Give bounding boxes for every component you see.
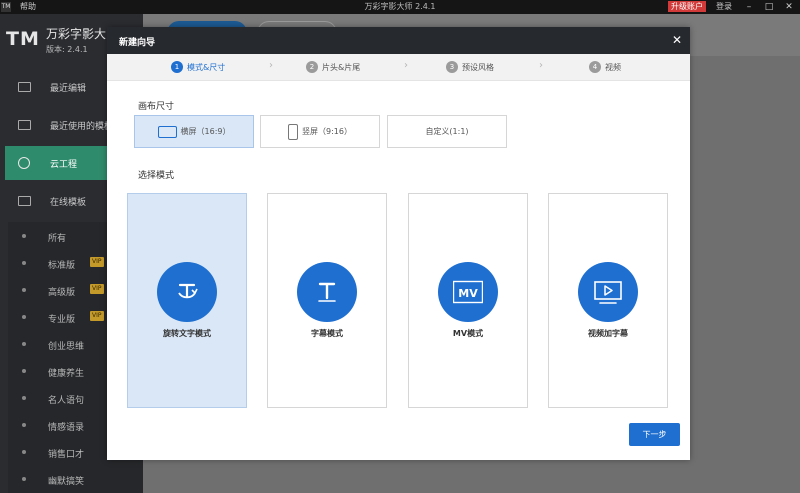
nav-label: 在线模板 [50,198,87,208]
bullet-icon [22,477,26,481]
video-play-icon [594,281,622,304]
mode-icon-circle [297,262,357,322]
step-label: 预设风格 [462,62,494,72]
portrait-screen-icon [288,123,299,140]
vip-badge: VIP [90,311,104,321]
step-label: 视频 [605,62,621,72]
step-number: 2 [306,61,318,73]
canvas-size-heading: 画布尺寸 [138,102,175,112]
category-label: 所有 [48,234,67,244]
step-video[interactable]: 4 视频 [589,61,621,75]
tm-logo: TM [6,28,40,50]
size-label: 横屏（16:9） [180,127,231,136]
category-label: 幽默搞笑 [48,477,85,487]
dialog-title: 新建向导 [119,38,156,48]
monitor-icon [18,196,31,206]
new-project-wizard-dialog: 新建向导 ✕ 1 模式&尺寸 › 2 片头&片尾 › 3 预设风格 › 4 视频 画布尺… [107,27,690,460]
mode-mv-card[interactable]: MV MV模式 [408,193,528,408]
cloud-icon [18,157,30,169]
dialog-header: 新建向导 ✕ [107,27,690,54]
app-version: 版本: 2.4.1 [46,45,88,54]
login-button[interactable]: 登录 [716,1,732,12]
wizard-steps: 1 模式&尺寸 › 2 片头&片尾 › 3 预设风格 › 4 视频 [107,54,690,81]
mode-heading: 选择模式 [138,171,175,181]
clock-icon [18,82,31,92]
step-mode-size[interactable]: 1 模式&尺寸 [171,61,225,75]
step-label: 模式&尺寸 [187,62,226,72]
category-label: 专业版 [48,315,76,325]
bullet-icon [22,369,26,373]
mode-icon-circle: MV [438,262,498,322]
size-label: 自定义(1:1) [425,127,469,136]
vip-badge: VIP [90,284,104,294]
chevron-right-icon: › [269,60,273,71]
bullet-icon [22,342,26,346]
bullet-icon [22,288,26,292]
template-icon [18,120,31,130]
text-t-icon [318,282,336,302]
category-label: 创业思维 [48,342,85,352]
mv-icon: MV [453,280,483,304]
mode-label: 视频加字幕 [588,329,628,338]
svg-text:MV: MV [458,287,478,300]
size-label: 竖屏（9:16） [302,127,352,136]
mode-label: 字幕模式 [311,329,343,338]
bullet-icon [22,261,26,265]
category-label: 健康养生 [48,369,85,379]
category-label: 销售口才 [48,450,85,460]
title-bar: TM 帮助 万彩字影大师 2.4.1 升级账户 登录 – □ ✕ [0,0,800,14]
mode-icon-circle [578,262,638,322]
mode-icon-circle [157,262,217,322]
step-number: 3 [446,61,458,73]
mode-video-subtitle-card[interactable]: 视频加字幕 [548,193,668,408]
mode-rotate-text-card[interactable]: 旋转文字模式 [127,193,247,408]
bullet-icon [22,315,26,319]
nav-label: 云工程 [50,160,78,170]
maximize-icon[interactable]: □ [760,0,778,14]
chevron-right-icon: › [404,60,408,71]
mode-label: MV模式 [452,329,484,338]
next-step-button[interactable]: 下一步 [629,423,680,446]
size-custom-option[interactable]: 自定义(1:1) [387,115,507,148]
close-icon[interactable]: ✕ [672,32,682,48]
category-item[interactable]: 幽默搞笑 [8,467,143,493]
category-label: 标准版 [48,261,76,271]
bullet-icon [22,423,26,427]
size-portrait-option[interactable]: 竖屏（9:16） [260,115,380,148]
step-intro-outro[interactable]: 2 片头&片尾 [306,61,360,75]
mode-subtitle-card[interactable]: 字幕模式 [267,193,387,408]
minimize-icon[interactable]: – [740,0,758,14]
step-number: 1 [171,61,183,73]
landscape-screen-icon [157,125,177,138]
bullet-icon [22,234,26,238]
bullet-icon [22,396,26,400]
mode-label: 旋转文字模式 [163,329,211,338]
vip-badge: VIP [90,257,104,267]
category-label: 高级版 [48,288,76,298]
rotate-text-icon [178,283,198,299]
category-label: 情感语录 [48,423,85,433]
size-landscape-option[interactable]: 横屏（16:9） [134,115,254,148]
step-preset-style[interactable]: 3 预设风格 [446,61,494,75]
nav-label: 最近编辑 [50,84,87,94]
chevron-right-icon: › [539,60,543,71]
close-window-icon[interactable]: ✕ [780,0,798,14]
bullet-icon [22,450,26,454]
step-label: 片头&片尾 [322,62,361,72]
nav-label: 最近使用的模板 [50,122,114,132]
upgrade-account-button[interactable]: 升级账户 [668,1,706,12]
step-number: 4 [589,61,601,73]
category-label: 名人语句 [48,396,85,406]
